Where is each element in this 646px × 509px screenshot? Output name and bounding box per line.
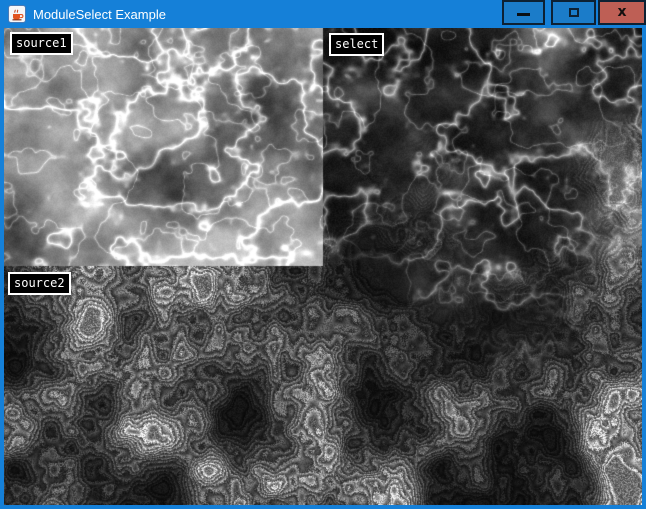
close-button[interactable]: x — [598, 0, 646, 25]
close-icon: x — [617, 5, 626, 19]
app-window: ModuleSelect Example x source1 select so… — [0, 0, 646, 509]
maximize-icon — [569, 8, 579, 17]
titlebar[interactable]: ModuleSelect Example x — [0, 0, 646, 28]
window-title: ModuleSelect Example — [33, 7, 166, 22]
render-client-area: source1 select source2 — [4, 28, 642, 505]
label-source1: source1 — [10, 32, 73, 55]
noise-render-canvas — [4, 28, 642, 505]
label-select: select — [329, 33, 384, 56]
label-source2: source2 — [8, 272, 71, 295]
minimize-button[interactable] — [502, 0, 545, 25]
maximize-button[interactable] — [551, 0, 596, 25]
java-icon — [8, 5, 26, 23]
minimize-icon — [517, 13, 530, 16]
